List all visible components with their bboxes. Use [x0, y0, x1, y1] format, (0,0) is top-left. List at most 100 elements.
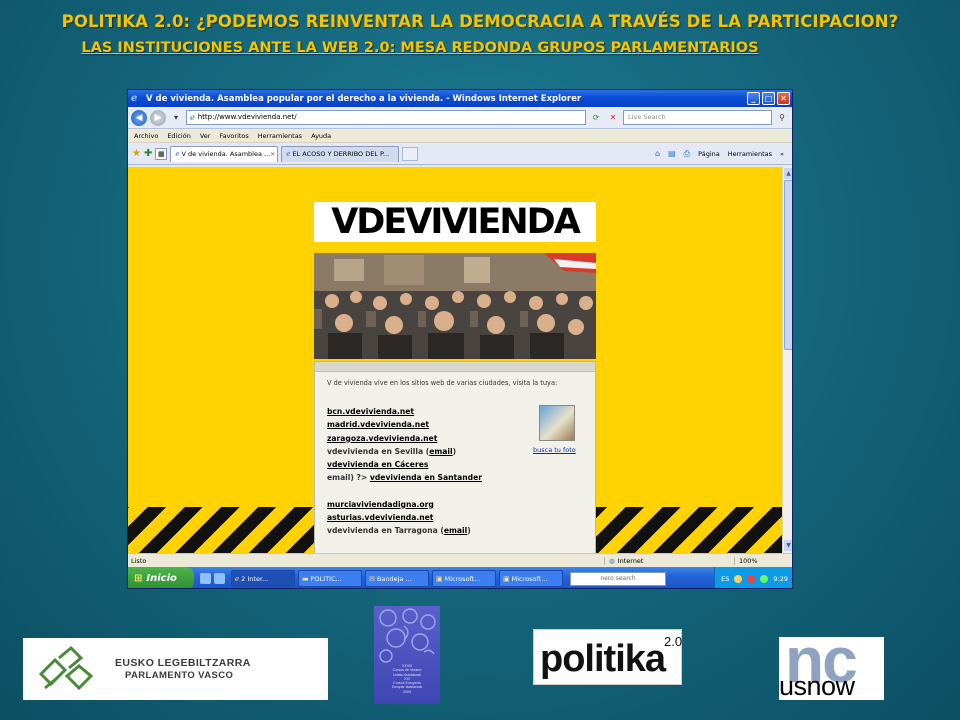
favorites-star-icon[interactable]: ★	[132, 148, 141, 159]
task-politika[interactable]: ▬ POLITIC...	[298, 570, 362, 587]
zone-label: Internet	[617, 556, 644, 565]
city-text: )	[452, 446, 457, 456]
refresh-icon[interactable]: ⟳	[589, 111, 603, 125]
parliament-emblem-icon	[38, 645, 94, 691]
tab-acoso[interactable]: ℯ EL ACOSO Y DERRIBO DEL P...	[281, 145, 400, 162]
add-favorite-icon[interactable]: ✚	[144, 148, 152, 159]
system-tray: ES 9:29	[714, 567, 792, 588]
scroll-thumb[interactable]	[784, 180, 792, 350]
city-row: email) ?> vdevivienda en Santander	[327, 471, 482, 484]
city-row: vdevivienda en Cáceres	[327, 458, 482, 471]
print-icon[interactable]: ⎙	[684, 149, 690, 159]
city-link[interactable]: email	[429, 447, 452, 456]
city-link[interactable]: murciaviviendadigna.org	[327, 500, 434, 509]
scroll-up-icon[interactable]: ▲	[784, 168, 792, 179]
search-input[interactable]: Live Search	[623, 110, 772, 125]
page-viewport: VDEVIVIENDA V de vivienda vive en los si…	[128, 167, 782, 553]
tray-icon[interactable]	[747, 574, 756, 583]
quick-launch-icon[interactable]	[200, 573, 211, 584]
slide-title: POLITIKA 2.0: ¿PODEMOS REINVENTAR LA DEM…	[61, 12, 899, 31]
menu-item[interactable]: Herramientas	[258, 132, 302, 140]
task-label: Bandeja ...	[376, 574, 412, 583]
menu-item[interactable]: Favoritos	[219, 132, 248, 140]
search-icon[interactable]: ⚲	[775, 111, 789, 125]
office-icon: ▣	[436, 574, 443, 583]
new-tab-button[interactable]	[402, 146, 419, 161]
tray-icon[interactable]	[760, 574, 769, 583]
security-zone: ◍ Internet	[604, 556, 734, 565]
clock: 9:29	[773, 574, 788, 583]
maximize-icon[interactable]: □	[762, 92, 775, 105]
task-inbox[interactable]: ✉ Bandeja ...	[365, 570, 429, 587]
tab-vdevivienda[interactable]: ℯ V de vivienda. Asamblea ... ✕	[170, 145, 279, 162]
feeds-icon[interactable]: ▤	[668, 149, 676, 158]
politika-logo: politika 2.0	[533, 629, 682, 685]
chevron-icon[interactable]: »	[780, 150, 784, 158]
browser-window: ℯ V de vivienda. Asamblea popular por el…	[127, 89, 793, 589]
quick-launch-icon[interactable]	[214, 573, 225, 584]
city-row: zaragoza.vdevivienda.net	[327, 432, 482, 445]
photo-thumbnail[interactable]	[539, 405, 575, 441]
eusko-name-spanish: PARLAMENTO VASCO	[125, 670, 234, 681]
menu-item[interactable]: Archivo	[134, 132, 158, 140]
tray-icon[interactable]	[734, 574, 743, 583]
politika-wordmark: politika	[540, 638, 666, 680]
window-titlebar[interactable]: ℯ V de vivienda. Asamblea popular por el…	[128, 90, 792, 107]
task-microsoft-1[interactable]: ▣ Microsoft...	[432, 570, 496, 587]
back-button[interactable]: ◀	[131, 109, 147, 126]
city-link[interactable]: asturias.vdevivienda.net	[327, 513, 433, 522]
city-link[interactable]: bcn.vdevivienda.net	[327, 407, 414, 416]
forward-button[interactable]: ▶	[150, 109, 166, 126]
task-label: 2 Inter...	[241, 574, 269, 583]
city-list: bcn.vdevivienda.net madrid.vdevivienda.ne…	[327, 405, 482, 538]
city-row: vdevivienda en Tarragona (email)	[327, 524, 482, 537]
find-photo-link[interactable]: busca tu foto	[533, 446, 576, 454]
start-button[interactable]: ⊞ Inicio	[128, 567, 194, 588]
home-icon[interactable]: ⌂	[655, 149, 660, 158]
book-cover-text: XXVIII Cursos de Verano Udako Ikastaroak XX…	[384, 664, 430, 694]
start-label: Inicio	[146, 573, 177, 584]
minimize-icon[interactable]: _	[747, 92, 760, 105]
url-input[interactable]: ℯ http://www.vdevivienda.net/	[186, 110, 586, 125]
city-row: madrid.vdevivienda.net	[327, 418, 482, 431]
task-ie[interactable]: ℯ2 Inter...	[231, 570, 295, 587]
tools-menu[interactable]: Herramientas	[728, 150, 772, 158]
city-row: vdevivienda en Sevilla (email)	[327, 445, 482, 458]
folder-icon: ▬	[302, 574, 309, 583]
eusko-legebiltzarra-logo: EUSKO LEGEBILTZARRA PARLAMENTO VASCO	[23, 638, 328, 700]
book-line: 2009	[403, 689, 411, 694]
menu-item[interactable]: Edición	[167, 132, 191, 140]
stop-icon[interactable]: ✕	[606, 111, 620, 125]
zoom-control[interactable]: 100%	[734, 556, 792, 565]
site-logo[interactable]: VDEVIVIENDA	[314, 202, 596, 242]
usnow-word: usnow	[779, 671, 855, 700]
menu-item[interactable]: Ayuda	[311, 132, 331, 140]
city-row: asturias.vdevivienda.net	[327, 511, 482, 524]
task-label: Microsoft...	[444, 574, 481, 583]
city-link[interactable]: madrid.vdevivienda.net	[327, 420, 429, 429]
language-indicator[interactable]: ES	[721, 575, 729, 583]
city-links-box: V de vivienda vive en los sitios web de …	[314, 361, 596, 553]
city-text: vdevivienda en Sevilla (	[327, 446, 430, 456]
close-icon[interactable]: ✕	[777, 92, 790, 105]
history-dropdown-icon[interactable]: ▾	[169, 111, 183, 125]
city-link[interactable]: vdevivienda en Santander	[370, 473, 482, 482]
tab-close-icon[interactable]: ✕	[270, 151, 275, 158]
ie-icon: ℯ	[131, 93, 138, 104]
vertical-scrollbar[interactable]: ▲ ▼	[782, 167, 792, 553]
city-link[interactable]: vdevivienda en Cáceres	[327, 460, 428, 469]
scroll-down-icon[interactable]: ▼	[784, 540, 792, 551]
nero-search-box[interactable]: nero search	[570, 571, 666, 586]
menu-item[interactable]: Ver	[200, 132, 211, 140]
city-link[interactable]: zaragoza.vdevivienda.net	[327, 434, 437, 443]
slide-subtitle: LAS INSTITUCIONES ANTE LA WEB 2.0: MESA …	[81, 40, 759, 56]
swirl-pattern-icon	[379, 608, 436, 663]
address-bar: ◀ ▶ ▾ ℯ http://www.vdevivienda.net/ ⟳ ✕ …	[128, 107, 792, 129]
quick-tabs-icon[interactable]: ▦	[155, 147, 168, 160]
mail-icon: ✉	[369, 574, 375, 583]
city-text: vdevivienda en Tarragona (	[327, 526, 444, 536]
page-menu[interactable]: Página	[698, 150, 720, 158]
task-microsoft-2[interactable]: ▣ Microsoft...	[499, 570, 563, 587]
city-link[interactable]: email	[444, 526, 467, 535]
status-bar: Listo ◍ Internet 100%	[128, 553, 792, 567]
